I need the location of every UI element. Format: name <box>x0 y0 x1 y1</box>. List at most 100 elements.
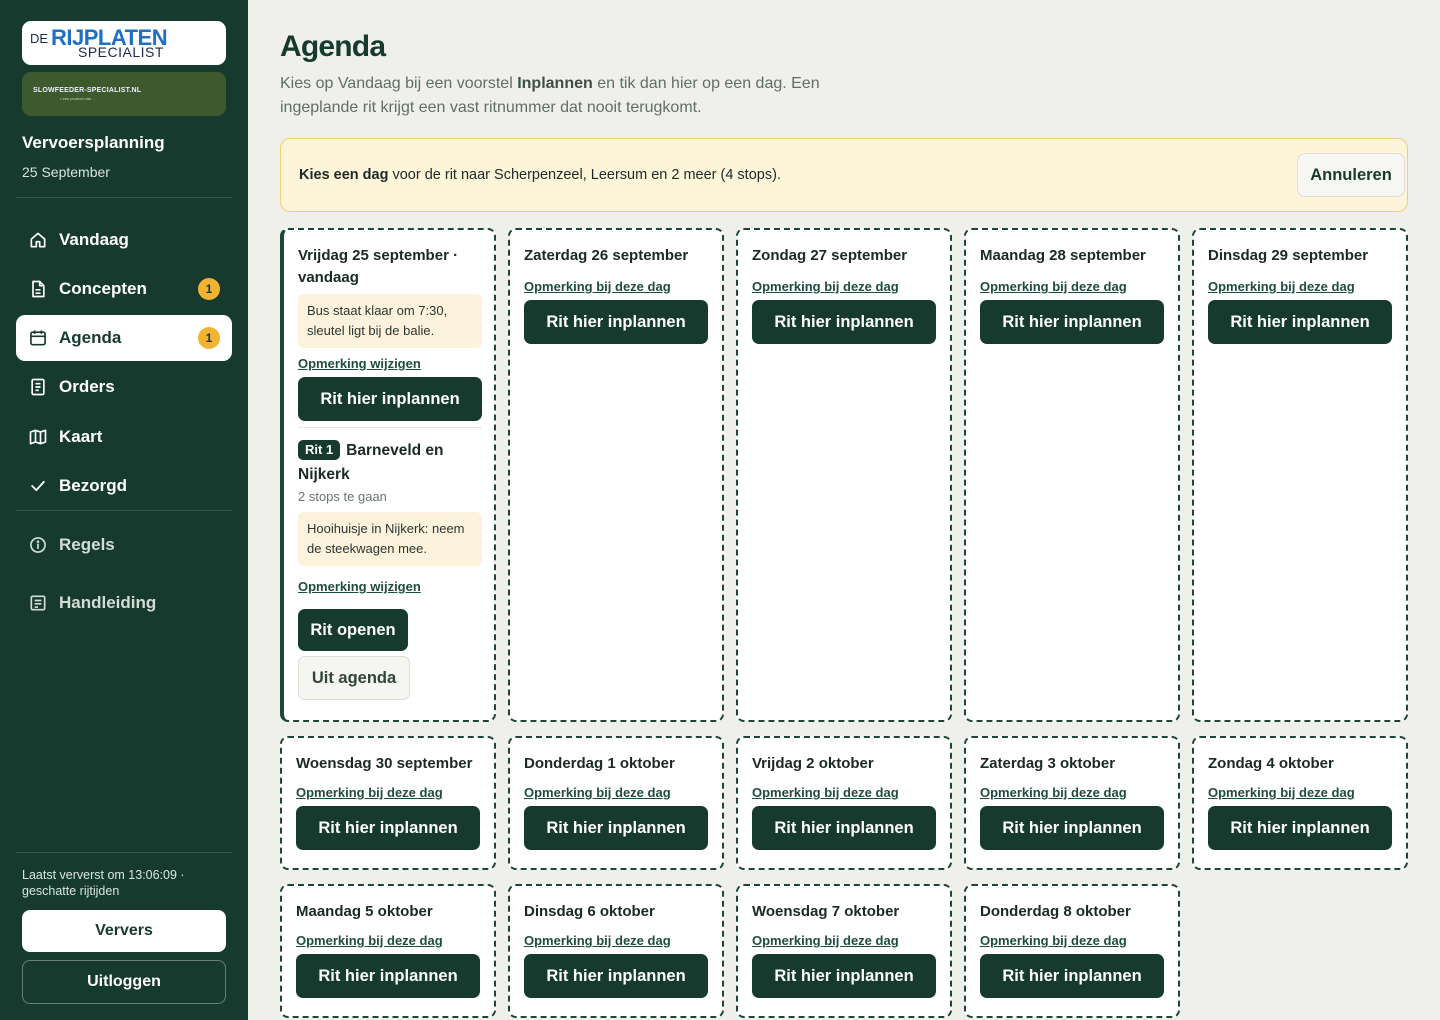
sidebar-item-handleiding[interactable]: Handleiding <box>16 580 232 626</box>
day-card[interactable]: Zondag 27 september Opmerking bij deze d… <box>736 228 952 722</box>
day-card[interactable]: Vrijdag 2 oktober Opmerking bij deze dag… <box>736 736 952 870</box>
plan-here-button[interactable]: Rit hier inplannen <box>296 954 480 998</box>
rijplaten-logo[interactable]: DE RIJPLATEN SPECIALIST <box>22 21 226 65</box>
day-note-link[interactable]: Opmerking bij deze dag <box>524 279 671 294</box>
slowfeeder-logo-subtitle: • een product van ... <box>60 96 96 101</box>
day-note-link[interactable]: Opmerking bij deze dag <box>524 933 671 948</box>
day-title: Zondag 27 september <box>752 247 908 264</box>
page-title: Agenda <box>280 30 386 63</box>
sidebar-item-label: Orders <box>59 377 115 396</box>
day-card[interactable]: Dinsdag 6 oktober Opmerking bij deze dag… <box>508 884 724 1018</box>
edit-day-note-link[interactable]: Opmerking wijzigen <box>298 356 421 371</box>
current-date: 25 September <box>22 164 110 180</box>
sidebar-item-label: Agenda <box>59 328 122 347</box>
banner-text-detail: voor de rit naar Scherpenzeel, Leersum e… <box>388 167 781 183</box>
sidebar-item-concepten[interactable]: Concepten 1 <box>16 266 232 312</box>
sidebar-item-bezorgd[interactable]: Bezorgd <box>16 463 232 509</box>
rit-number-badge: Rit 1 <box>298 440 341 460</box>
day-title: Zaterdag 3 oktober <box>980 755 1116 772</box>
last-refresh-text: Laatst ververst om 13:06:09 · geschatte … <box>22 868 185 898</box>
refresh-button[interactable]: Ververs <box>22 910 226 952</box>
day-title: Vrijdag 2 oktober <box>752 755 874 772</box>
banner-text: Kies een dag voor de rit naar Scherpenze… <box>299 167 781 183</box>
day-title: Dinsdag 29 september <box>1208 247 1369 264</box>
document-icon <box>32 280 45 298</box>
banner-text-bold: Kies een dag <box>299 167 389 183</box>
day-note-link[interactable]: Opmerking bij deze dag <box>752 785 899 800</box>
sidebar-item-kaart[interactable]: Kaart <box>16 414 232 460</box>
day-card[interactable]: Zondag 4 oktober Opmerking bij deze dag … <box>1192 736 1408 870</box>
sidebar-item-agenda[interactable]: Agenda 1 <box>16 315 232 361</box>
slowfeeder-logo[interactable]: SLOWFEEDER-SPECIALIST.NL • een product v… <box>22 72 226 116</box>
choose-day-banner: Kies een dag voor de rit naar Scherpenze… <box>280 138 1408 212</box>
day-title: Vrijdag 25 september · vandaag <box>298 247 459 286</box>
sidebar-divider <box>16 510 232 511</box>
plan-here-button[interactable]: Rit hier inplannen <box>980 954 1164 998</box>
day-card[interactable]: Zaterdag 3 oktober Opmerking bij deze da… <box>964 736 1180 870</box>
day-card[interactable]: Woensdag 7 oktober Opmerking bij deze da… <box>736 884 952 1018</box>
day-card[interactable]: Donderdag 1 oktober Opmerking bij deze d… <box>508 736 724 870</box>
day-title: Zaterdag 26 september <box>524 247 689 264</box>
day-title: Zondag 4 oktober <box>1208 755 1334 772</box>
day-note-link[interactable]: Opmerking bij deze dag <box>980 279 1127 294</box>
day-note-link[interactable]: Opmerking bij deze dag <box>980 785 1127 800</box>
day-note-link[interactable]: Opmerking bij deze dag <box>1208 279 1355 294</box>
day-card[interactable]: Woensdag 30 september Opmerking bij deze… <box>280 736 496 870</box>
manual-icon <box>30 595 46 611</box>
rit-stops-remaining: 2 stops te gaan <box>298 489 387 504</box>
intro-text: Kies op Vandaag bij een voorstel Inplann… <box>280 72 850 120</box>
calendar-icon <box>30 330 46 346</box>
plan-here-button[interactable]: Rit hier inplannen <box>1208 300 1392 344</box>
plan-here-button[interactable]: Rit hier inplannen <box>980 806 1164 850</box>
sidebar-divider <box>16 197 232 198</box>
day-card[interactable]: Maandag 28 september Opmerking bij deze … <box>964 228 1180 722</box>
sidebar-item-vandaag[interactable]: Vandaag <box>16 217 232 263</box>
open-rit-button[interactable]: Rit openen <box>298 609 408 651</box>
slowfeeder-logo-text: SLOWFEEDER-SPECIALIST.NL <box>33 87 142 94</box>
edit-rit-note-link[interactable]: Opmerking wijzigen <box>298 579 421 594</box>
day-note-link[interactable]: Opmerking bij deze dag <box>524 785 671 800</box>
count-badge: 1 <box>198 327 220 349</box>
day-title: Woensdag 30 september <box>296 755 473 772</box>
intro-text-bold: Inplannen <box>517 75 593 92</box>
sidebar-item-regels[interactable]: Regels <box>16 522 232 568</box>
plan-here-button[interactable]: Rit hier inplannen <box>298 377 482 421</box>
cancel-button[interactable]: Annuleren <box>1297 153 1405 197</box>
plan-here-button[interactable]: Rit hier inplannen <box>524 300 708 344</box>
logo-specialist: SPECIALIST <box>78 44 164 60</box>
day-note-link[interactable]: Opmerking bij deze dag <box>296 933 443 948</box>
plan-here-button[interactable]: Rit hier inplannen <box>752 954 936 998</box>
home-icon <box>30 232 46 248</box>
day-note-link[interactable]: Opmerking bij deze dag <box>752 933 899 948</box>
remove-from-agenda-button[interactable]: Uit agenda <box>298 656 410 700</box>
plan-here-button[interactable]: Rit hier inplannen <box>752 806 936 850</box>
sidebar-item-label: Regels <box>59 535 115 554</box>
app-title: Vervoersplanning <box>22 133 165 152</box>
plan-here-button[interactable]: Rit hier inplannen <box>752 300 936 344</box>
plan-here-button[interactable]: Rit hier inplannen <box>1208 806 1392 850</box>
plan-here-button[interactable]: Rit hier inplannen <box>524 954 708 998</box>
logout-button[interactable]: Uitloggen <box>22 960 226 1004</box>
divider <box>298 427 482 428</box>
day-card[interactable]: Dinsdag 29 september Opmerking bij deze … <box>1192 228 1408 722</box>
day-card-today[interactable]: Vrijdag 25 september · vandaag Bus staat… <box>280 228 496 722</box>
day-note-link[interactable]: Opmerking bij deze dag <box>296 785 443 800</box>
count-badge: 1 <box>198 278 220 300</box>
day-card[interactable]: Donderdag 8 oktober Opmerking bij deze d… <box>964 884 1180 1018</box>
day-title: Maandag 28 september <box>980 247 1146 264</box>
sidebar: DE RIJPLATEN SPECIALIST SLOWFEEDER-SPECI… <box>0 0 248 1020</box>
day-note-link[interactable]: Opmerking bij deze dag <box>1208 785 1355 800</box>
list-icon <box>31 378 45 396</box>
plan-here-button[interactable]: Rit hier inplannen <box>524 806 708 850</box>
sidebar-item-orders[interactable]: Orders <box>16 364 232 410</box>
plan-here-button[interactable]: Rit hier inplannen <box>296 806 480 850</box>
day-note-link[interactable]: Opmerking bij deze dag <box>752 279 899 294</box>
day-card[interactable]: Maandag 5 oktober Opmerking bij deze dag… <box>280 884 496 1018</box>
rit-card-title: Rit 1 Barneveld en Nijkerk <box>298 439 482 487</box>
plan-here-button[interactable]: Rit hier inplannen <box>980 300 1164 344</box>
sidebar-item-label: Vandaag <box>59 230 129 249</box>
info-icon <box>30 537 46 553</box>
day-note: Bus staat klaar om 7:30, sleutel ligt bi… <box>298 294 482 348</box>
day-card[interactable]: Zaterdag 26 september Opmerking bij deze… <box>508 228 724 722</box>
day-note-link[interactable]: Opmerking bij deze dag <box>980 933 1127 948</box>
